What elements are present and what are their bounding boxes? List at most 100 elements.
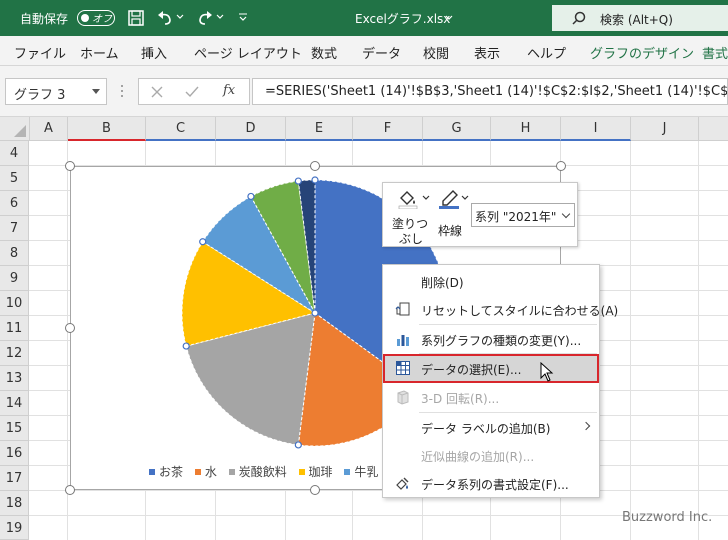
menu-item-add-data-labels[interactable]: データ ラベルの追加(B) xyxy=(383,413,599,441)
enter-check-icon[interactable] xyxy=(185,86,199,98)
chevron-down-icon[interactable] xyxy=(92,89,100,94)
resize-handle[interactable] xyxy=(65,485,75,495)
row-header[interactable]: 6 xyxy=(0,191,29,216)
tab-format[interactable]: 書式 xyxy=(702,43,728,62)
tab-review[interactable]: 校閲 xyxy=(423,43,449,62)
more-options-icon[interactable] xyxy=(120,84,124,98)
legend-item[interactable]: お茶 xyxy=(149,463,183,480)
search-box[interactable]: 検索 (Alt+Q) xyxy=(552,5,728,31)
column-header[interactable]: H xyxy=(491,117,561,141)
formula-text: =SERIES('Sheet1 (14)'!$B$3,'Sheet1 (14)'… xyxy=(265,84,728,99)
menu-item-label: データの選択(E)... xyxy=(421,363,522,377)
resize-handle[interactable] xyxy=(65,323,75,333)
tab-formulas[interactable]: 数式 xyxy=(311,43,337,62)
tab-data[interactable]: データ xyxy=(362,43,401,62)
legend-item[interactable]: 水 xyxy=(194,463,217,480)
resize-handle[interactable] xyxy=(556,161,566,171)
tab-help[interactable]: ヘルプ xyxy=(527,43,566,62)
column-header-blank[interactable] xyxy=(699,117,728,141)
resize-handle[interactable] xyxy=(310,485,320,495)
menu-item-delete[interactable]: 削除(D) xyxy=(383,267,599,295)
autosave-toggle[interactable]: オフ xyxy=(77,10,115,26)
legend-item[interactable]: 珈琲 xyxy=(298,463,333,480)
column-header[interactable]: J xyxy=(631,117,699,141)
tab-insert[interactable]: 挿入 xyxy=(141,43,167,62)
legend-item[interactable]: 牛乳 xyxy=(344,463,378,480)
resize-handle[interactable] xyxy=(310,161,320,171)
row-header[interactable]: 15 xyxy=(0,416,29,441)
menu-item-label: 削除(D) xyxy=(421,276,464,290)
series-selection-point xyxy=(311,176,319,184)
series-select[interactable]: 系列 "2021年" xyxy=(471,203,575,227)
menu-item-select-data[interactable]: データの選択(E)... xyxy=(383,354,599,383)
legend-swatch xyxy=(228,469,235,475)
insert-function-button[interactable]: fx xyxy=(223,83,235,98)
column-header[interactable]: F xyxy=(353,117,423,141)
redo-dropdown-icon[interactable] xyxy=(216,14,224,20)
row-header[interactable]: 13 xyxy=(0,366,29,391)
undo-dropdown-icon[interactable] xyxy=(176,14,184,20)
menu-item-add-trendline: 近似曲線の追加(R)... xyxy=(383,441,599,469)
column-header[interactable]: C xyxy=(146,117,216,141)
column-header[interactable]: A xyxy=(30,117,68,141)
select-all-corner[interactable] xyxy=(0,117,30,141)
resize-handle[interactable] xyxy=(65,161,75,171)
pen-icon xyxy=(439,190,459,209)
series-selection-point xyxy=(199,238,207,246)
menu-item-format-data-series[interactable]: データ系列の書式設定(F)... xyxy=(383,469,599,497)
series-selection-point xyxy=(247,192,255,201)
tab-file[interactable]: ファイル xyxy=(14,43,66,62)
chart-legend[interactable]: お茶 水 炭酸飲料 珈琲 牛乳 xyxy=(149,463,386,480)
tab-home[interactable]: ホーム xyxy=(80,43,119,62)
tab-view[interactable]: 表示 xyxy=(474,43,500,62)
column-header[interactable]: I xyxy=(561,117,631,141)
row-header[interactable]: 16 xyxy=(0,441,29,466)
series-selection-point xyxy=(294,441,302,449)
legend-item[interactable]: 炭酸飲料 xyxy=(228,463,287,480)
formula-input[interactable]: =SERIES('Sheet1 (14)'!$B$3,'Sheet1 (14)'… xyxy=(252,78,728,105)
row-header[interactable]: 14 xyxy=(0,391,29,416)
menu-item-label: リセットしてスタイルに合わせる(A) xyxy=(421,304,619,318)
tab-page-layout[interactable]: ページ レイアウト xyxy=(194,43,302,62)
mini-toolbar: 塗りつ ぶし 枠線 系列 "2021年" xyxy=(382,182,578,247)
chevron-down-icon[interactable] xyxy=(422,195,430,201)
format-series-icon xyxy=(396,477,409,490)
tab-chart-design[interactable]: グラフのデザイン xyxy=(590,43,694,62)
row-header[interactable]: 11 xyxy=(0,316,29,341)
row-header[interactable]: 9 xyxy=(0,266,29,291)
chevron-down-icon[interactable] xyxy=(461,195,469,201)
row-header[interactable]: 19 xyxy=(0,516,29,540)
row-header[interactable]: 5 xyxy=(0,166,29,191)
column-header[interactable]: B xyxy=(68,117,146,141)
menu-item-label: データ系列の書式設定(F)... xyxy=(421,478,569,492)
mouse-cursor-icon xyxy=(540,362,554,382)
row-header[interactable]: 18 xyxy=(0,491,29,516)
row-header[interactable]: 17 xyxy=(0,466,29,491)
row-header[interactable]: 4 xyxy=(0,141,29,166)
fill-button[interactable]: 塗りつ ぶし xyxy=(389,185,430,246)
save-icon[interactable] xyxy=(127,9,145,27)
formula-bar: グラフ 3 fx =SERIES('Sheet1 (14)'!$B$3,'She… xyxy=(0,66,728,117)
column-header[interactable]: D xyxy=(216,117,286,141)
column-header[interactable]: E xyxy=(286,117,353,141)
redo-icon[interactable] xyxy=(196,9,214,27)
menu-item-label: 近似曲線の追加(R)... xyxy=(421,450,535,464)
menu-item-change-chart-type[interactable]: 系列グラフの種類の変更(Y)... xyxy=(383,325,599,353)
row-header[interactable]: 12 xyxy=(0,341,29,366)
outline-button[interactable]: 枠線 xyxy=(433,185,469,245)
cancel-icon[interactable] xyxy=(151,86,163,98)
menu-item-reset-style[interactable]: リセットしてスタイルに合わせる(A) xyxy=(383,295,618,323)
row-header[interactable]: 7 xyxy=(0,216,29,241)
legend-label: 珈琲 xyxy=(308,465,333,479)
undo-icon[interactable] xyxy=(156,9,174,27)
paint-bucket-icon xyxy=(398,191,418,209)
title-dropdown-icon[interactable] xyxy=(445,15,453,21)
row-header[interactable]: 8 xyxy=(0,241,29,266)
legend-swatch xyxy=(194,469,201,475)
series-selection-point xyxy=(182,342,190,350)
legend-swatch xyxy=(344,469,351,475)
name-box[interactable]: グラフ 3 xyxy=(5,78,107,105)
row-header[interactable]: 10 xyxy=(0,291,29,316)
column-header[interactable]: G xyxy=(423,117,491,141)
customize-toolbar-icon[interactable] xyxy=(238,12,248,22)
